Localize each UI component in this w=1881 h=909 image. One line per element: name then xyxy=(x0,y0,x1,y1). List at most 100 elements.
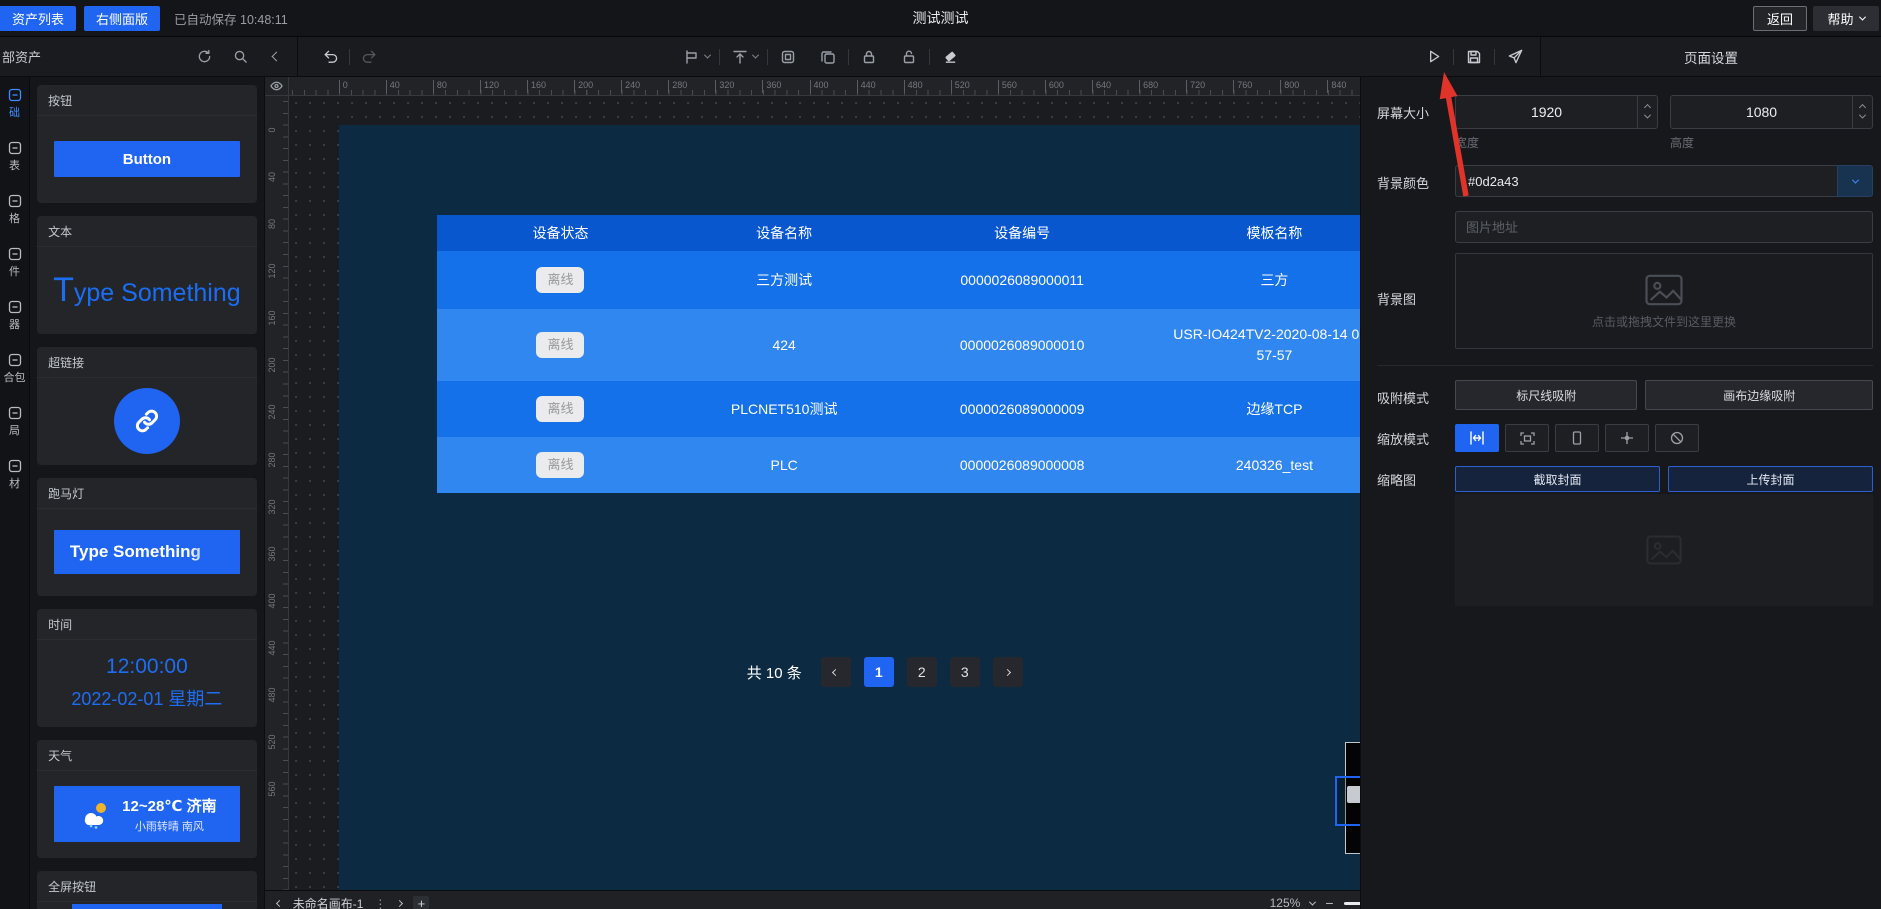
help-button[interactable]: 帮助 xyxy=(1813,6,1879,31)
table-row[interactable]: 离线PLCNET510测试0000026089000009边缘TCP xyxy=(437,381,1360,437)
page-button-1[interactable]: 1 xyxy=(864,657,894,687)
component-title: 文本 xyxy=(37,216,257,247)
component-card-marquee[interactable]: 跑马灯 Type Something xyxy=(37,478,257,596)
category-item-0[interactable]: 础 xyxy=(7,87,23,119)
bg-color-dropdown[interactable] xyxy=(1837,165,1873,197)
back-button[interactable]: 返回 xyxy=(1753,6,1807,31)
main-area: 础表格件器合包局材 按钮 Button 文本 Type Something 超链… xyxy=(0,77,1881,909)
bg-image-dropzone[interactable]: 点击或拖拽文件到这里更换 xyxy=(1455,253,1873,349)
save-icon[interactable] xyxy=(1463,46,1485,68)
page-button-2[interactable]: 2 xyxy=(907,657,937,687)
zoom-mode-fit-screen-button[interactable] xyxy=(1505,424,1549,452)
capture-cover-button[interactable]: 截取封面 xyxy=(1455,466,1660,492)
design-canvas[interactable]: 设备状态设备名称设备编号模板名称 离线三方测试0000026089000011三… xyxy=(339,125,1360,890)
component-title: 天气 xyxy=(37,740,257,771)
workspace[interactable]: 0408012016020024028032036040044048052056… xyxy=(265,77,1360,909)
category-icon xyxy=(7,405,23,421)
publish-send-icon[interactable] xyxy=(1504,46,1526,68)
prev-page-button[interactable] xyxy=(821,657,851,687)
next-page-button[interactable] xyxy=(993,657,1023,687)
marquee-preview[interactable]: Type Something xyxy=(54,530,240,574)
group-icon[interactable] xyxy=(777,46,799,68)
copy-icon[interactable] xyxy=(817,46,839,68)
width-input[interactable] xyxy=(1456,96,1637,128)
width-field[interactable] xyxy=(1455,95,1658,129)
category-item-1[interactable]: 表 xyxy=(7,140,23,172)
table-row[interactable]: 离线4240000026089000010USR-IO424TV2-2020-0… xyxy=(437,309,1360,381)
canvas-tab[interactable]: 未命名画布-1 xyxy=(293,895,364,909)
category-item-5[interactable]: 合包 xyxy=(4,352,26,384)
unlock-icon[interactable] xyxy=(898,46,920,68)
hyperlink-preview[interactable] xyxy=(114,388,180,454)
component-card-fullscreen[interactable]: 全屏按钮 xyxy=(37,871,257,909)
fullscreen-preview[interactable] xyxy=(72,904,222,909)
component-title: 跑马灯 xyxy=(37,478,257,509)
component-card-weather[interactable]: 天气 12~28℃ 济南 小雨转晴 南风 xyxy=(37,740,257,858)
zoom-dropdown-icon[interactable] xyxy=(1309,898,1316,905)
top-bar: 资产列表 右侧面版 已自动保存 10:48:11 测试测试 返回 帮助 xyxy=(0,0,1881,37)
lock-icon[interactable] xyxy=(858,46,880,68)
category-item-7[interactable]: 材 xyxy=(7,458,23,490)
zoom-mode-free-button[interactable] xyxy=(1605,424,1649,452)
search-icon[interactable] xyxy=(229,46,251,68)
align-top-icon[interactable] xyxy=(729,46,751,68)
upload-cover-button[interactable]: 上传封面 xyxy=(1668,466,1873,492)
height-stepper[interactable] xyxy=(1852,96,1872,128)
category-item-6[interactable]: 局 xyxy=(7,405,23,437)
ruler-corner[interactable] xyxy=(265,77,289,96)
zoom-level[interactable]: 125% xyxy=(1270,896,1301,909)
table-row[interactable]: 离线三方测试0000026089000011三方 xyxy=(437,251,1360,309)
page-button-3[interactable]: 3 xyxy=(950,657,980,687)
refresh-icon[interactable] xyxy=(193,46,215,68)
redo-icon[interactable] xyxy=(359,46,381,68)
bg-color-input[interactable] xyxy=(1455,165,1837,197)
ruler-mark: 240 xyxy=(267,397,277,427)
ruler-mark: 840 xyxy=(1327,80,1346,93)
button-preview[interactable]: Button xyxy=(54,141,240,177)
align-left-icon[interactable] xyxy=(681,46,703,68)
text-preview[interactable]: Type Something xyxy=(47,271,241,310)
component-card-time[interactable]: 时间 12:00:00 2022-02-01 星期二 xyxy=(37,609,257,727)
category-item-2[interactable]: 格 xyxy=(7,193,23,225)
snap-ruler-button[interactable]: 标尺线吸附 xyxy=(1455,380,1637,410)
table-row[interactable]: 离线PLC0000026089000008240326_test xyxy=(437,437,1360,493)
snap-canvas-edge-button[interactable]: 画布边缘吸附 xyxy=(1645,380,1873,410)
chevron-down-icon[interactable] xyxy=(752,52,759,59)
zoom-slider[interactable] xyxy=(1344,902,1361,905)
category-item-4[interactable]: 器 xyxy=(7,299,23,331)
category-label: 器 xyxy=(9,319,20,331)
preview-play-button[interactable] xyxy=(1422,46,1444,68)
component-card-text[interactable]: 文本 Type Something xyxy=(37,216,257,334)
width-stepper[interactable] xyxy=(1637,96,1657,128)
next-tab-icon[interactable] xyxy=(396,900,403,907)
zoom-out-button[interactable]: − xyxy=(1325,895,1333,909)
component-card-button[interactable]: 按钮 Button xyxy=(37,85,257,203)
add-canvas-button[interactable]: + xyxy=(413,896,429,909)
zoom-mode-none-button[interactable] xyxy=(1655,424,1699,452)
ruler-mark: 160 xyxy=(527,80,546,93)
ruler-mark: 600 xyxy=(1045,80,1064,93)
image-url-input[interactable] xyxy=(1455,211,1873,243)
component-list[interactable]: 按钮 Button 文本 Type Something 超链接 xyxy=(30,77,265,909)
chevron-down-icon[interactable] xyxy=(704,52,711,59)
component-card-hyperlink[interactable]: 超链接 xyxy=(37,347,257,465)
eraser-icon[interactable] xyxy=(939,46,961,68)
right-panel-button[interactable]: 右侧面版 xyxy=(84,6,160,31)
category-item-3[interactable]: 件 xyxy=(7,246,23,278)
height-field[interactable] xyxy=(1670,95,1873,129)
height-input[interactable] xyxy=(1671,96,1852,128)
asset-list-button[interactable]: 资产列表 xyxy=(0,6,76,31)
ruler-mark: 160 xyxy=(267,303,277,333)
weather-preview[interactable]: 12~28℃ 济南 小雨转晴 南风 xyxy=(54,786,240,842)
undo-icon[interactable] xyxy=(318,46,340,68)
zoom-mode-portrait-button[interactable] xyxy=(1555,424,1599,452)
zoom-mode-fit-width-button[interactable] xyxy=(1455,424,1499,452)
prev-tab-icon[interactable] xyxy=(276,900,283,907)
pagination: 共 10 条 123 xyxy=(747,657,1023,687)
tab-menu-icon[interactable]: ⋮ xyxy=(374,897,386,909)
time-preview[interactable]: 12:00:00 2022-02-01 星期二 xyxy=(71,655,222,711)
collapse-panel-icon[interactable] xyxy=(265,46,287,68)
ruler-mark: 200 xyxy=(267,350,277,380)
device-table[interactable]: 设备状态设备名称设备编号模板名称 离线三方测试0000026089000011三… xyxy=(437,215,1360,493)
category-rail: 础表格件器合包局材 xyxy=(0,77,30,909)
